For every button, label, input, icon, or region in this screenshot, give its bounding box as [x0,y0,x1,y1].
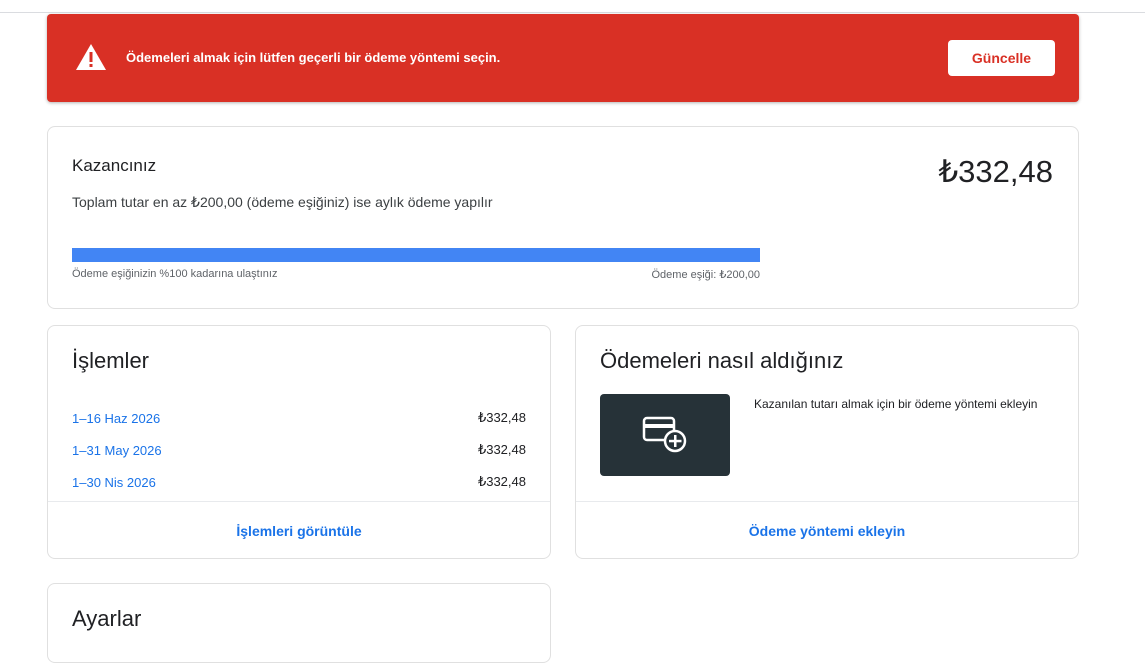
add-card-icon [642,416,687,453]
progress-right-label: Ödeme eşiği: ₺200,00 [651,269,760,281]
transaction-amount: ₺332,48 [477,410,526,425]
transaction-amount: ₺332,48 [477,474,526,489]
threshold-progress-fill [72,248,760,262]
earnings-title: Kazancınız [72,156,157,175]
earnings-subtitle: Toplam tutar en az ₺200,00 (ödeme eşiğin… [72,194,493,210]
progress-left-label: Ödeme eşiğinizin %100 kadarına ulaştınız [72,268,278,280]
add-payment-method-link[interactable]: Ödeme yöntemi ekleyin [576,502,1078,559]
transaction-date-link[interactable]: 1–31 May 2026 [72,443,162,458]
transaction-date-link[interactable]: 1–30 Nis 2026 [72,475,156,490]
transactions-card: İşlemler 1–16 Haz 2026 ₺332,48 1–31 May … [47,325,551,559]
add-payment-tile[interactable] [600,394,730,476]
earnings-card: Kazancınız ₺332,48 Toplam tutar en az ₺2… [47,126,1079,309]
alert-message: Ödemeleri almak için lütfen geçerli bir … [126,50,501,65]
earnings-amount: ₺332,48 [938,154,1053,189]
transaction-row: 1–30 Nis 2026 ₺332,48 [72,466,526,498]
transaction-amount: ₺332,48 [477,442,526,457]
payments-title: Ödemeleri nasıl aldığınız [600,348,844,373]
settings-card: Ayarlar [47,583,551,663]
payment-method-card: Ödemeleri nasıl aldığınız Kazanılan tuta… [575,325,1079,559]
payments-description: Kazanılan tutarı almak için bir ödeme yö… [754,397,1038,411]
warning-icon [76,44,106,70]
settings-title: Ayarlar [72,606,142,631]
transaction-row: 1–31 May 2026 ₺332,48 [72,434,526,466]
top-divider [0,12,1145,13]
transaction-date-link[interactable]: 1–16 Haz 2026 [72,411,160,426]
payment-method-alert: Ödemeleri almak için lütfen geçerli bir … [47,14,1079,102]
transaction-row: 1–16 Haz 2026 ₺332,48 [72,402,526,434]
threshold-progress-bar [72,248,760,262]
transactions-title: İşlemler [72,348,150,373]
update-button[interactable]: Güncelle [948,40,1055,76]
view-transactions-link[interactable]: İşlemleri görüntüle [48,502,550,559]
transactions-list: 1–16 Haz 2026 ₺332,48 1–31 May 2026 ₺332… [72,402,526,498]
